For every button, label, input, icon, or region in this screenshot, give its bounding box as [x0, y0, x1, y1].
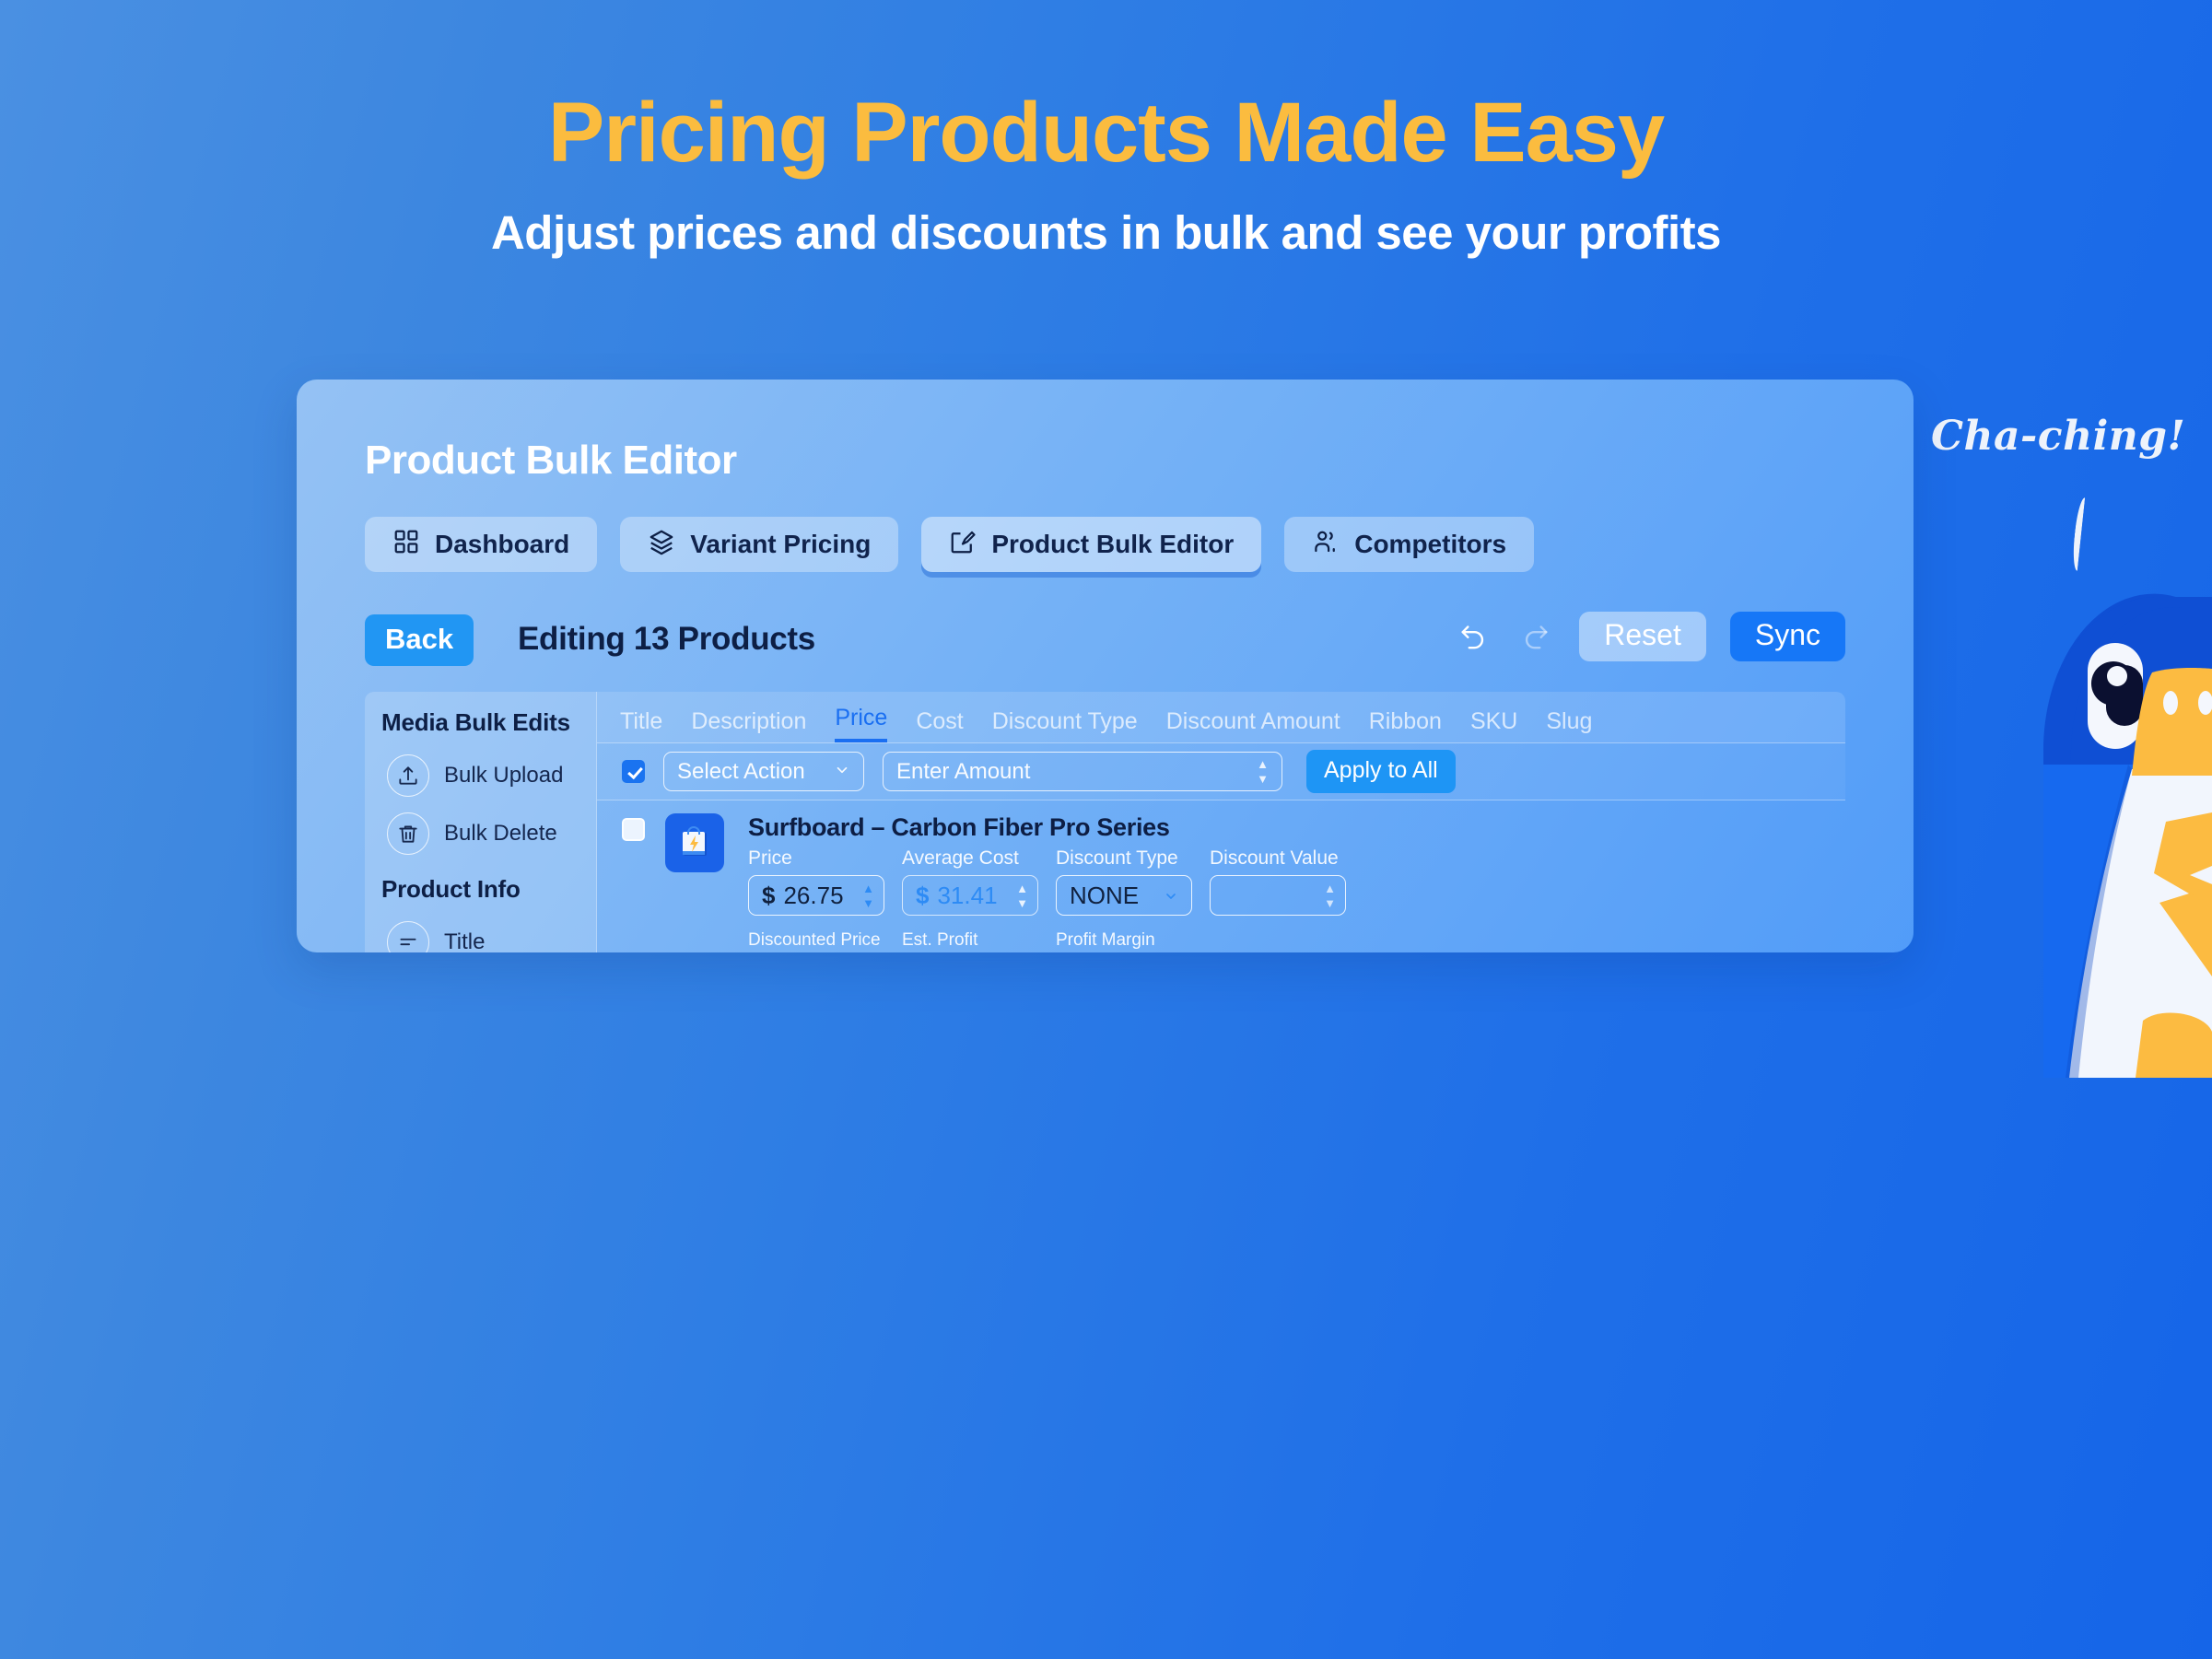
bulk-action-row: Select Action Enter Amount ▲ ▼ Apply to A… [597, 743, 1845, 800]
row-metrics: Discounted Price $26.75 Est. Profit $-22… [748, 930, 1845, 952]
select-action-dropdown[interactable]: Select Action [663, 752, 864, 791]
amount-placeholder: Enter Amount [896, 758, 1031, 784]
field-price: Price $ 26.75 ▲ ▼ [748, 847, 902, 916]
sidebar-item-label: Bulk Delete [444, 820, 557, 846]
field-label: Average Cost [902, 847, 1019, 869]
product-name: Surfboard – Carbon Fiber Pro Series [748, 813, 1170, 841]
metric-label: Profit Margin [1056, 930, 1155, 950]
redo-button[interactable] [1516, 617, 1555, 656]
cost-input[interactable]: $ 31.41 ▲ ▼ [902, 875, 1038, 916]
column-discount-amount[interactable]: Discount Amount [1166, 708, 1340, 742]
table-row: Surfboard – Carbon Fiber Pro Series Pric… [597, 800, 1845, 952]
sync-button[interactable]: Sync [1729, 612, 1845, 661]
main-tabs: Dashboard Variant Pricing Product Bulk E… [365, 517, 1535, 572]
field-discount-value: Discount Value ▲ ▼ [1210, 847, 1363, 916]
cha-ching-pointer [2070, 497, 2092, 572]
discount-value-input[interactable]: ▲ ▼ [1210, 875, 1346, 916]
tab-label: Product Bulk Editor [991, 530, 1235, 558]
cost-value: 31.41 [937, 881, 998, 909]
undo-button[interactable] [1454, 617, 1492, 656]
select-action-value: Select Action [677, 758, 805, 784]
column-title[interactable]: Title [620, 708, 662, 742]
column-description[interactable]: Description [691, 708, 806, 742]
trash-icon [387, 812, 429, 855]
row-body: Surfboard – Carbon Fiber Pro Series Pric… [748, 813, 1845, 952]
penguin-mascot [2043, 580, 2212, 1078]
grid-icon [392, 528, 420, 562]
page-title: Pricing Products Made Easy [547, 86, 1665, 180]
discount-type-select[interactable]: NONE [1056, 875, 1192, 916]
field-average-cost: Average Cost $ 31.41 ▲ ▼ [902, 847, 1056, 916]
tab-competitors[interactable]: Competitors [1284, 517, 1535, 572]
editor-panel: Media Bulk Edits Bulk Upload Bulk Delete [365, 692, 1845, 952]
tab-label: Dashboard [435, 530, 570, 558]
sidebar-item-bulk-delete[interactable]: Bulk Delete [365, 804, 596, 862]
chevron-down-icon [1164, 882, 1178, 910]
price-value: 26.75 [783, 881, 844, 909]
product-bulk-editor-card: Product Bulk Editor Dashboard Variant Pr… [297, 380, 1914, 952]
tab-label: Competitors [1354, 530, 1507, 558]
cha-ching-annotation: Cha-ching! [1931, 413, 2186, 460]
select-all-checkbox[interactable] [622, 760, 645, 783]
tab-dashboard[interactable]: Dashboard [365, 517, 598, 572]
undo-icon [1457, 619, 1489, 655]
metric-discounted-price: Discounted Price $26.75 [748, 930, 902, 952]
apply-to-all-button[interactable]: Apply to All [1306, 750, 1456, 793]
metric-est-profit: Est. Profit $-22.72 [902, 930, 1056, 952]
field-label: Price [748, 847, 792, 869]
sidebar-item-label: Title [444, 929, 486, 953]
shopping-bag-bolt-icon [665, 813, 724, 872]
reset-button[interactable]: Reset [1579, 612, 1706, 661]
editing-count-label: Editing 13 Products [518, 621, 815, 657]
currency-symbol: $ [916, 881, 930, 909]
field-label: Discount Value [1210, 847, 1339, 869]
column-cost[interactable]: Cost [916, 708, 963, 742]
column-slug[interactable]: Slug [1546, 708, 1592, 742]
currency-symbol: $ [762, 881, 776, 909]
discount-type-value: NONE [1070, 881, 1140, 909]
title-icon [387, 920, 429, 952]
stepper-icon[interactable]: ▲ ▼ [1016, 882, 1028, 909]
hero-section: Pricing Products Made Easy Adjust prices… [0, 0, 2212, 260]
column-header-row: Title Description Price Cost Discount Ty… [597, 692, 1845, 743]
amount-input[interactable]: Enter Amount ▲ ▼ [883, 752, 1282, 791]
field-label: Discount Type [1056, 847, 1178, 869]
editor-sidebar: Media Bulk Edits Bulk Upload Bulk Delete [365, 692, 597, 952]
upload-icon [387, 754, 429, 797]
column-ribbon[interactable]: Ribbon [1369, 708, 1442, 742]
stepper-icon[interactable]: ▲ ▼ [1257, 758, 1269, 785]
metric-profit-margin: Profit Margin -85% [1056, 930, 1210, 952]
toolbar-actions: Reset Sync [1454, 612, 1845, 661]
layers-icon [648, 528, 675, 562]
column-discount-type[interactable]: Discount Type [992, 708, 1138, 742]
tab-variant-pricing[interactable]: Variant Pricing [620, 517, 899, 572]
editor-toolbar: Back Editing 13 Products Reset Sync [365, 612, 1845, 672]
row-fields: Price $ 26.75 ▲ ▼ Average Cost $ 31.41 ▲… [748, 847, 1845, 916]
edit-icon [949, 528, 977, 562]
column-sku[interactable]: SKU [1470, 708, 1517, 742]
redo-icon [1520, 619, 1551, 655]
back-button[interactable]: Back [365, 614, 474, 666]
sidebar-section-media: Media Bulk Edits [381, 708, 570, 736]
stepper-icon[interactable]: ▲ ▼ [862, 882, 874, 909]
stepper-icon[interactable]: ▲ ▼ [1324, 882, 1336, 909]
column-price[interactable]: Price [835, 705, 888, 742]
product-rows: Surfboard – Carbon Fiber Pro Series Pric… [597, 800, 1845, 952]
metric-label: Est. Profit [902, 930, 978, 950]
tab-label: Variant Pricing [690, 530, 872, 558]
price-input[interactable]: $ 26.75 ▲ ▼ [748, 875, 884, 916]
sidebar-item-title[interactable]: Title [365, 913, 596, 952]
page-subtitle: Adjust prices and discounts in bulk and … [490, 205, 1722, 259]
editor-main: Title Description Price Cost Discount Ty… [597, 692, 1845, 952]
sidebar-item-label: Bulk Upload [444, 762, 564, 788]
row-checkbox[interactable] [622, 818, 645, 841]
sidebar-item-bulk-upload[interactable]: Bulk Upload [365, 746, 596, 804]
metric-label: Discounted Price [748, 930, 881, 950]
chevron-down-icon [834, 759, 850, 785]
card-title: Product Bulk Editor [365, 438, 737, 483]
field-discount-type: Discount Type NONE [1056, 847, 1210, 916]
tab-product-bulk-editor[interactable]: Product Bulk Editor [921, 517, 1262, 572]
sidebar-section-product: Product Info [381, 875, 521, 903]
users-icon [1312, 528, 1340, 562]
